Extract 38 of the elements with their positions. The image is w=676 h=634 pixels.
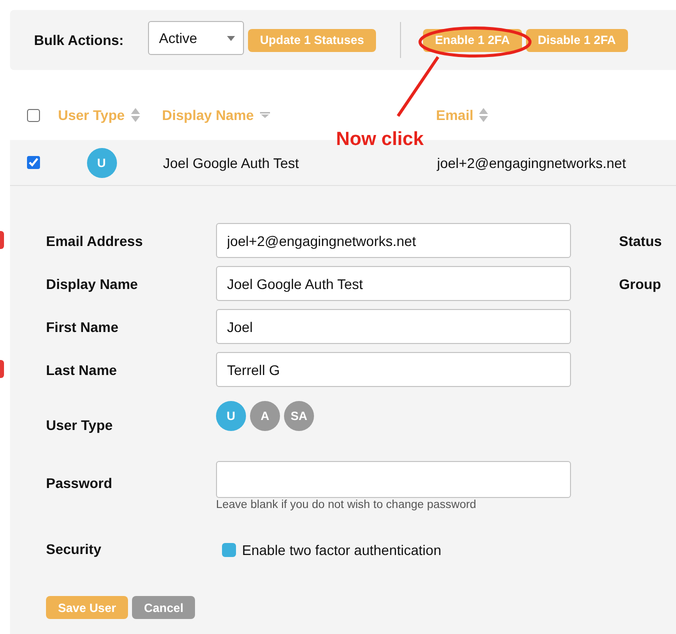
caret-icon: [227, 36, 235, 40]
field-label: Security: [46, 541, 102, 557]
user-type-option[interactable]: A: [250, 401, 280, 431]
status-select[interactable]: Active: [148, 21, 244, 55]
input-field[interactable]: joel+2@engagingnetworks.net: [216, 223, 571, 258]
two-factor-checkbox[interactable]: [222, 543, 236, 557]
input-field[interactable]: Terrell G: [216, 352, 571, 387]
table-cell-text: Joel Google Auth Test: [163, 154, 300, 170]
field-label: User Type: [46, 417, 113, 433]
row-checkbox[interactable]: [27, 156, 40, 169]
sort-icon[interactable]: [130, 108, 140, 122]
sort-icon[interactable]: [479, 108, 488, 122]
field-label: Group: [619, 275, 662, 292]
column-header[interactable]: User Type: [58, 107, 125, 123]
user-type-option[interactable]: U: [216, 401, 246, 431]
bulk-action-button[interactable]: Disable 1 2FA: [526, 28, 628, 52]
user-type-badge: U: [86, 148, 116, 178]
input-field[interactable]: Joel Google Auth Test: [216, 266, 571, 301]
select-all-checkbox[interactable]: [27, 108, 40, 122]
field-label: First Name: [46, 319, 118, 335]
column-header[interactable]: Email: [436, 107, 474, 123]
field-label: Last Name: [46, 362, 117, 378]
bulk-action-button[interactable]: Update 1 Statuses: [248, 28, 376, 52]
bulk-actions-label: Bulk Actions:: [34, 32, 125, 48]
sort-descending-icon[interactable]: [260, 112, 270, 118]
field-label: Email Address: [46, 233, 143, 249]
password-field[interactable]: [216, 461, 571, 498]
user-type-option[interactable]: SA: [284, 401, 314, 431]
field-label: Status: [619, 232, 663, 249]
table-cell: joel+2@engagingnetworks.net: [437, 154, 626, 170]
field-label: Display Name: [46, 276, 138, 292]
input-field[interactable]: Joel: [216, 309, 571, 344]
save-button[interactable]: Save User: [46, 596, 128, 619]
field-label: Password: [46, 475, 112, 491]
hint-text: Leave blank if you do not wish to change password: [216, 499, 478, 511]
column-header[interactable]: Display Name: [162, 107, 254, 123]
checkbox-label[interactable]: Enable two factor authentication: [242, 542, 442, 558]
cancel-button[interactable]: Cancel: [132, 596, 196, 619]
